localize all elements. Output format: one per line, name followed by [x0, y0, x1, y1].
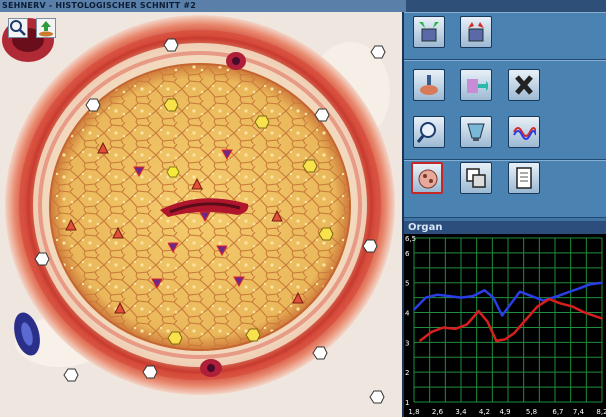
- y-tick-label: 5: [405, 280, 409, 288]
- blue-series-point: [510, 302, 512, 305]
- red-series-point: [430, 331, 433, 333]
- blue-series-point: [483, 289, 486, 291]
- red-series-point: [477, 310, 480, 312]
- close-button[interactable]: [508, 69, 540, 101]
- blue-series-point: [530, 295, 533, 297]
- container-green-arrows-icon: [419, 22, 439, 42]
- x-tick-label: 4,9: [499, 408, 510, 416]
- red-series-point: [524, 319, 527, 321]
- transfer-out-button[interactable]: [460, 16, 492, 48]
- red-series-point: [419, 340, 421, 342]
- cup-button[interactable]: [460, 116, 492, 148]
- x-tick-label: 1,8: [408, 408, 419, 416]
- red-series-point: [495, 340, 498, 342]
- x-tick-label: 2,6: [432, 408, 444, 416]
- organ-chart-panel: Organ 1 2 3 4 5 6 6,5 1,8 2,6 3,4 4,2 4,9 5,8 6,7 7,4 8…: [404, 221, 606, 417]
- organ-chart-title: Organ: [404, 221, 606, 234]
- window-switch-button[interactable]: [460, 162, 492, 194]
- red-series-point: [583, 311, 586, 314]
- control-panel: Organ 1 2 3 4 5 6 6,5 1,8 2,6 3,4 4,2 4,9 5,8 6,7 7,4 8…: [404, 12, 606, 417]
- window-switch-icon: [466, 168, 486, 188]
- x-tick-label: 4,2: [479, 408, 490, 416]
- x-tick-label: 3,4: [455, 408, 467, 416]
- red-series-point: [504, 338, 506, 341]
- y-tick-label: 6,5: [405, 235, 416, 243]
- close-x-icon: [515, 75, 533, 95]
- blue-series-point: [589, 283, 592, 286]
- x-tick-label: 6,7: [552, 408, 563, 416]
- nerve-cross-section: [0, 12, 402, 417]
- blue-series-point: [568, 290, 571, 293]
- blue-series-point: [577, 287, 580, 290]
- magnifier-icon: [10, 20, 26, 36]
- red-series-point: [454, 328, 456, 330]
- blue-series-point: [557, 295, 559, 297]
- blue-series-point: [492, 296, 495, 299]
- cup-icon: [467, 123, 485, 141]
- red-series-point: [466, 323, 468, 326]
- notes-button[interactable]: [508, 162, 540, 194]
- wave-graph-icon: [513, 127, 536, 140]
- blue-series-point: [460, 296, 462, 299]
- microorganism-button[interactable]: [411, 162, 443, 194]
- bottle-transfer-icon: [467, 79, 488, 93]
- red-series-point: [442, 326, 445, 329]
- histology-viewer[interactable]: [0, 12, 404, 417]
- arrow-up-icon: [39, 21, 53, 37]
- blue-series-point: [471, 295, 474, 297]
- microorganism-icon: [418, 169, 438, 189]
- blue-series-point: [448, 295, 451, 297]
- red-series-point: [548, 298, 550, 300]
- red-series-point: [536, 305, 539, 308]
- red-series-point: [560, 302, 562, 305]
- notes-icon: [516, 167, 532, 189]
- blue-series-point: [413, 308, 415, 311]
- x-tick-label: 7,4: [573, 408, 585, 416]
- blue-series-point: [601, 281, 603, 284]
- blue-series-point: [518, 290, 521, 293]
- red-series-point: [571, 305, 574, 308]
- x-tick-label: 8,2: [596, 408, 606, 416]
- magnifier-icon: [417, 122, 436, 143]
- blue-series-point: [501, 314, 503, 317]
- lab-button[interactable]: [413, 69, 445, 101]
- blue-series-point: [424, 296, 427, 299]
- y-tick-label: 2: [405, 369, 409, 377]
- red-series-point: [601, 317, 603, 320]
- y-tick-label: 1: [405, 399, 409, 407]
- window-title: SEHNERV - HISTOLOGISCHER SCHNITT #2: [2, 1, 197, 10]
- red-series-point: [513, 332, 515, 335]
- y-tick-label: 6: [405, 250, 410, 258]
- upload-tool-button[interactable]: [36, 18, 56, 38]
- blue-series-point: [436, 293, 439, 296]
- title-bar-right-strip: [406, 0, 606, 12]
- wave-graph-button[interactable]: [508, 116, 540, 148]
- bottle-transfer-button[interactable]: [460, 69, 492, 101]
- lab-flask-icon: [420, 75, 438, 95]
- y-tick-label: 4: [405, 310, 410, 318]
- y-tick-label: 3: [405, 339, 409, 347]
- organ-line-chart: 1 2 3 4 5 6 6,5 1,8 2,6 3,4 4,2 4,9 5,8 6,7 7,4 8,2: [405, 235, 606, 416]
- zoom-button[interactable]: [413, 116, 445, 148]
- x-tick-label: 5,8: [526, 408, 537, 416]
- container-red-arrows-icon: [468, 22, 484, 42]
- magnifier-tool-button[interactable]: [8, 18, 28, 38]
- transfer-in-button[interactable]: [413, 16, 445, 48]
- red-series-point: [486, 320, 489, 323]
